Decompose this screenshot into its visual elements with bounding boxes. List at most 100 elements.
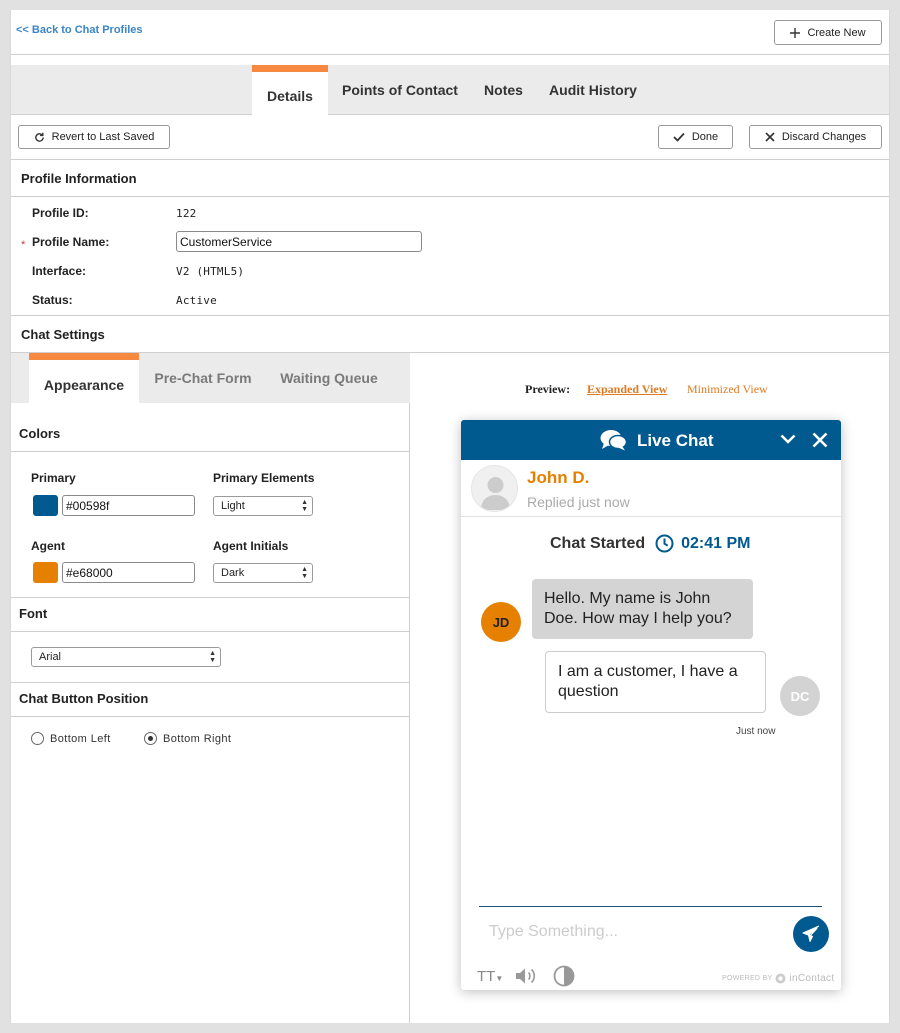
agent-status: Replied just now: [527, 494, 630, 510]
divider: [11, 159, 889, 160]
font-value: Arial: [39, 651, 62, 663]
message-input[interactable]: Type Something...: [489, 923, 618, 941]
agent-initials-value: Dark: [221, 567, 245, 579]
powered-by-brand: inContact: [789, 973, 835, 984]
tab-appearance[interactable]: Appearance: [29, 353, 139, 403]
radio-bottom-right[interactable]: Bottom Right: [144, 732, 231, 745]
chat-started-row: Chat Started 02:41 PM: [550, 534, 751, 553]
status-value: Active: [176, 294, 217, 307]
chat-toolbar: TT▼: [477, 964, 575, 988]
tab-waiting-queue[interactable]: Waiting Queue: [273, 353, 385, 403]
agent-initials-avatar: JD: [481, 602, 521, 642]
chat-title: Live Chat: [637, 431, 714, 450]
person-icon: [481, 477, 510, 510]
divider: [11, 597, 410, 598]
radio-circle-selected: [144, 732, 157, 745]
interface-label: Interface:: [32, 264, 87, 278]
chat-started-time: 02:41 PM: [681, 534, 751, 552]
discard-changes-button[interactable]: Discard Changes: [749, 125, 882, 149]
checkmark-icon: [673, 132, 685, 142]
settings-tab-bar: Appearance Pre-Chat Form Waiting Queue: [11, 353, 410, 403]
create-new-label: Create New: [807, 26, 866, 39]
tab-notes[interactable]: Notes: [477, 65, 530, 115]
profile-id-value: 122: [176, 207, 197, 220]
profile-name-label: Profile Name:: [32, 235, 110, 249]
divider: [11, 196, 889, 197]
profile-name-input[interactable]: [176, 231, 422, 252]
divider: [11, 716, 410, 717]
create-new-button[interactable]: Create New: [774, 20, 882, 45]
chat-profile-editor: << Back to Chat Profiles Create New Deta…: [10, 10, 890, 1023]
tab-audit-history[interactable]: Audit History: [546, 65, 640, 115]
revert-icon: [34, 132, 44, 142]
tab-pre-chat-form[interactable]: Pre-Chat Form: [147, 353, 259, 403]
chat-header: Live Chat: [461, 420, 841, 460]
radio-bottom-left[interactable]: Bottom Left: [31, 732, 111, 745]
clock-icon: [655, 534, 674, 553]
text-size-button[interactable]: TT▼: [477, 968, 503, 985]
live-chat-widget-preview: Live Chat John D. Replied just now Chat …: [461, 420, 841, 990]
send-icon: [802, 925, 820, 942]
primary-elements-select[interactable]: Light ▲ ▼: [213, 496, 313, 516]
colors-heading: Colors: [19, 426, 61, 441]
text-size-label: TT: [477, 967, 496, 985]
font-select[interactable]: Arial ▲ ▼: [31, 647, 221, 667]
divider: [11, 315, 889, 316]
agent-name: John D.: [527, 468, 590, 487]
powered-by-footer: POWERED BY inContact: [722, 973, 834, 984]
profile-information-heading: Profile Information: [21, 171, 137, 186]
profile-id-label: Profile ID:: [32, 206, 89, 220]
tab-points-of-contact[interactable]: Points of Contact: [339, 65, 461, 115]
avatar: [471, 465, 518, 512]
minimized-view-link[interactable]: Minimized View: [687, 382, 768, 397]
divider: [11, 631, 410, 632]
incontact-logo-icon: [775, 973, 786, 984]
customer-message-bubble: I am a customer, I have a question: [545, 651, 766, 713]
agent-initials-select[interactable]: Dark ▲ ▼: [213, 563, 313, 583]
caret-down-icon: ▼: [495, 973, 504, 983]
chevron-down-icon[interactable]: [780, 434, 796, 445]
send-button[interactable]: [793, 916, 829, 952]
primary-elements-label: Primary Elements: [213, 471, 315, 485]
divider: [11, 451, 410, 452]
close-icon[interactable]: [812, 432, 828, 448]
radio-bottom-right-label: Bottom Right: [163, 732, 232, 745]
agent-message-bubble: Hello. My name is John Doe. How may I he…: [532, 579, 753, 639]
primary-color-swatch[interactable]: [33, 495, 58, 516]
divider: [11, 682, 410, 683]
back-to-chat-profiles-link[interactable]: << Back to Chat Profiles: [16, 24, 143, 36]
speaker-icon[interactable]: [515, 967, 541, 985]
chat-settings-heading: Chat Settings: [21, 327, 105, 342]
plus-icon: [790, 27, 801, 38]
chat-started-label: Chat Started: [550, 534, 646, 552]
interface-value: V2 (HTML5): [176, 265, 245, 278]
close-icon: [765, 132, 775, 142]
primary-color-input[interactable]: [62, 495, 195, 516]
agent-info-bar: John D. Replied just now: [461, 460, 841, 517]
expanded-view-link[interactable]: Expanded View: [587, 382, 667, 397]
agent-color-swatch[interactable]: [33, 562, 58, 583]
customer-initials-avatar: DC: [780, 676, 820, 716]
composer-divider: [479, 906, 822, 907]
revert-to-last-saved-button[interactable]: Revert to Last Saved: [18, 125, 170, 149]
required-marker: *: [21, 239, 26, 251]
tab-details[interactable]: Details: [252, 65, 328, 116]
contrast-icon[interactable]: [553, 965, 575, 987]
appearance-settings-panel: Appearance Pre-Chat Form Waiting Queue C…: [11, 353, 410, 1023]
select-arrows-icon: ▲ ▼: [301, 499, 308, 513]
agent-color-label: Agent: [31, 539, 65, 553]
divider: [11, 54, 889, 55]
chat-button-position-heading: Chat Button Position: [19, 691, 149, 706]
message-timestamp: Just now: [736, 726, 776, 737]
revert-label: Revert to Last Saved: [51, 131, 155, 143]
select-arrows-icon: ▲ ▼: [301, 566, 308, 580]
preview-label: Preview:: [525, 382, 571, 396]
agent-color-input[interactable]: [62, 562, 195, 583]
discard-label: Discard Changes: [781, 131, 867, 143]
done-button[interactable]: Done: [658, 125, 733, 149]
agent-initials-label: Agent Initials: [213, 539, 289, 553]
font-heading: Font: [19, 606, 48, 621]
select-arrows-icon: ▲ ▼: [209, 650, 216, 664]
radio-circle: [31, 732, 44, 745]
chat-bubbles-icon: [600, 430, 627, 451]
